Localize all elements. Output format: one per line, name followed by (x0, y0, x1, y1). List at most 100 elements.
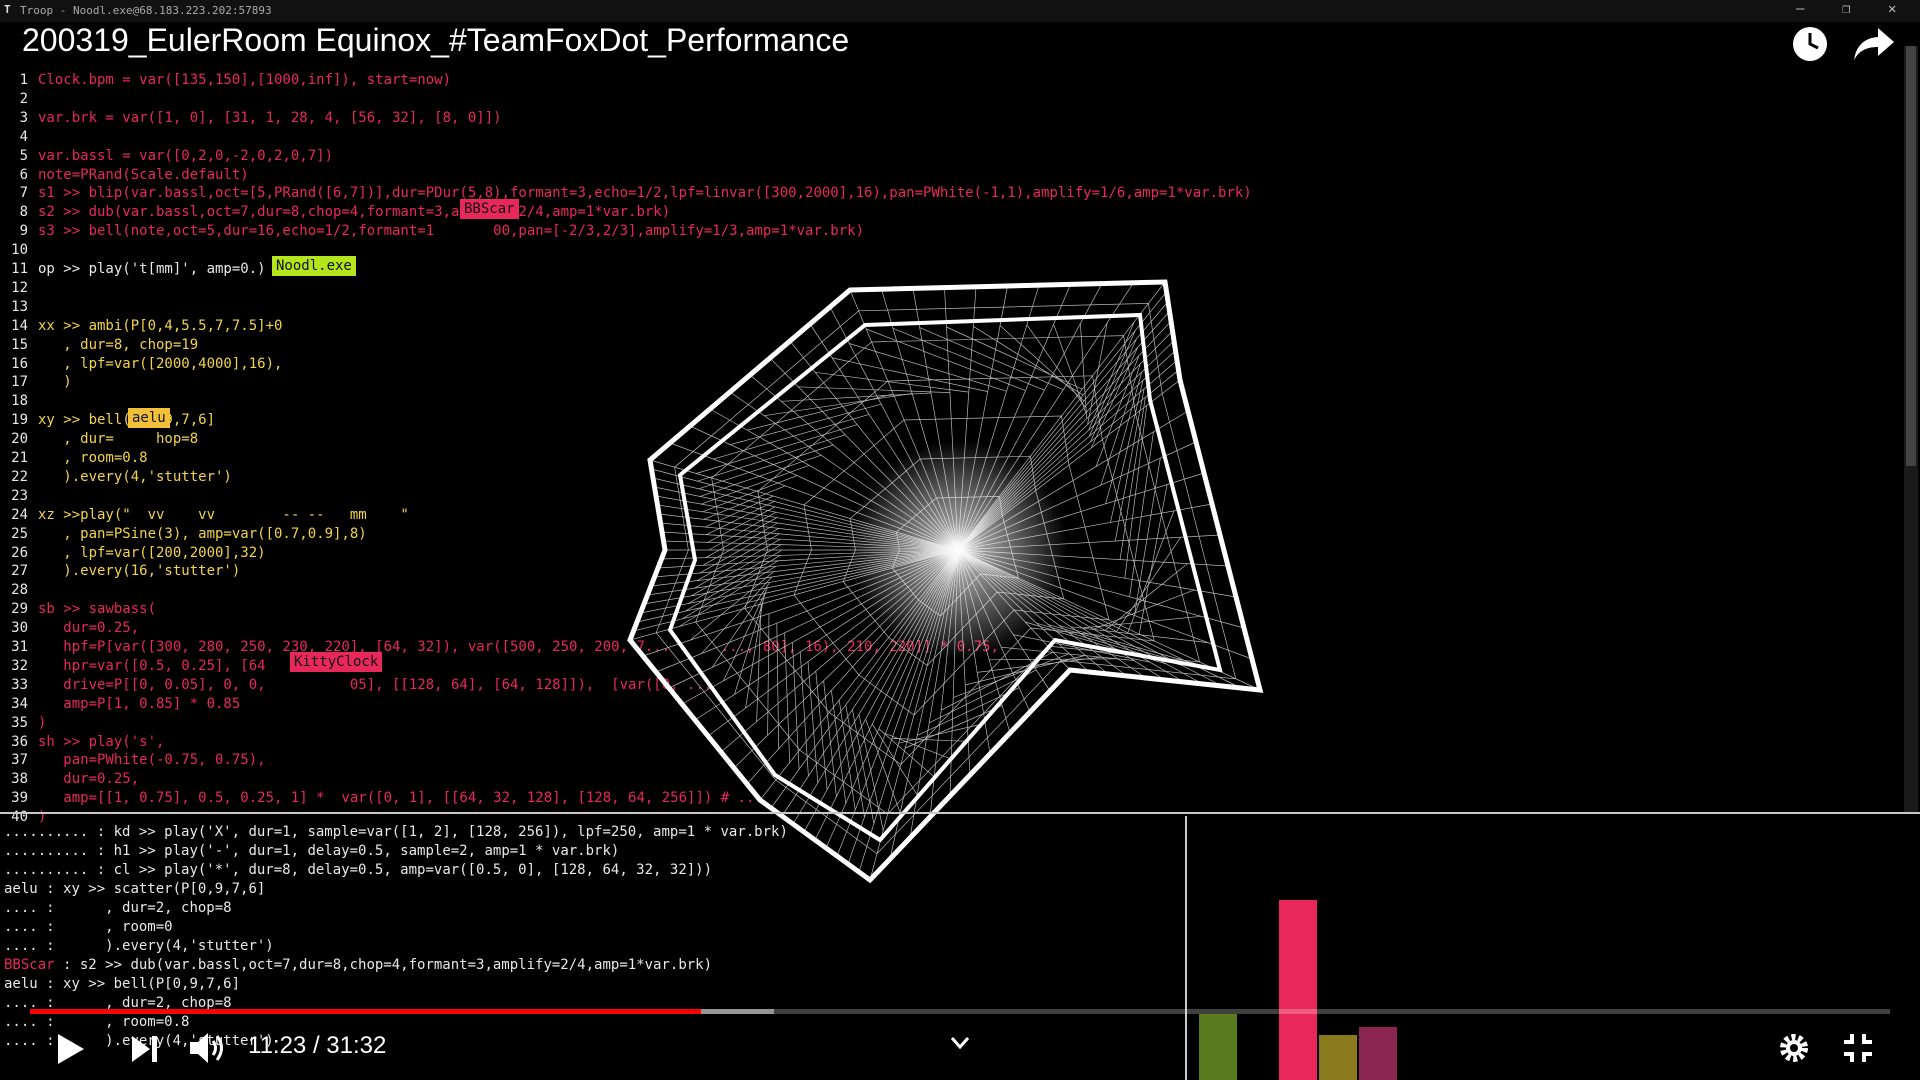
clock-icon[interactable] (1790, 24, 1830, 64)
console-author: aelu (4, 976, 38, 992)
share-icon[interactable] (1852, 24, 1896, 64)
pane-divider[interactable] (0, 812, 1920, 814)
app-icon: T (4, 3, 11, 16)
console-line: aelu : xy >> scatter(P[0,9,7,6] (4, 881, 265, 897)
console-text: xy >> scatter(P[0,9,7,6] (63, 881, 266, 897)
line-number: 20 (11, 431, 28, 448)
console-line: .... : , dur=2, chop=8 (4, 900, 232, 916)
cursor-tag: Noodl.exe (272, 256, 356, 276)
code-line[interactable]: var.brk = var([1, 0], [31, 1, 28, 4, [56… (38, 110, 502, 126)
exit-fullscreen-icon[interactable] (1842, 1032, 1874, 1064)
volume-icon[interactable] (188, 1030, 228, 1066)
line-number: 26 (11, 544, 28, 561)
code-line[interactable]: , lpf=var([200,2000],32) (38, 545, 265, 561)
line-number: 8 (19, 204, 28, 221)
code-line[interactable]: sh >> play('s', (38, 734, 164, 750)
line-number: 30 (11, 620, 28, 637)
code-line[interactable]: dur=0.25, (38, 771, 139, 787)
line-number: 16 (11, 355, 28, 372)
console-separator: : (37, 976, 64, 992)
code-line[interactable]: hpr=var([0.5, 0.25], [64 (38, 658, 265, 674)
line-number: 38 (11, 771, 28, 788)
visualizer-bar (1359, 1027, 1397, 1080)
cursor-tag: aelu (128, 408, 170, 428)
line-number: 4 (19, 128, 28, 145)
console-text: s2 >> dub(var.bassl,oct=7,dur=8,chop=4,f… (79, 957, 713, 973)
console-separator: : (88, 862, 114, 878)
console-line: .... : ).every(4,'stutter') (4, 938, 274, 954)
code-line[interactable]: ).every(16,'stutter') (38, 563, 240, 579)
code-line[interactable]: ) (38, 715, 46, 731)
console-separator: : (37, 881, 64, 897)
console-log: .......... : kd >> play('X', dur=1, samp… (0, 816, 1185, 1080)
line-number: 27 (11, 563, 28, 580)
seek-bar[interactable] (30, 1009, 1890, 1014)
code-line[interactable]: xz >>play(" vv vv -- -- mm " (38, 507, 409, 523)
window-title: Troop - Noodl.exe@68.183.223.202:57893 (20, 4, 272, 17)
console-text: , dur=2, chop=8 (105, 900, 232, 916)
maximize-icon[interactable]: ❐ (1842, 1, 1850, 17)
console-separator: : (37, 900, 106, 916)
code-line[interactable]: xx >> ambi(P[0,4,5.5,7,7.5]+0 (38, 318, 282, 334)
console-text: h1 >> play('-', dur=1, delay=0.5, sample… (113, 843, 620, 859)
code-line[interactable]: note=PRand(Scale.default) (38, 167, 249, 183)
visualizer-bar (1199, 1014, 1237, 1080)
console-line: aelu : xy >> bell(P[0,9,7,6] (4, 976, 240, 992)
console-line: .......... : kd >> play('X', dur=1, samp… (4, 824, 788, 840)
code-line[interactable]: ) (38, 374, 71, 390)
code-line[interactable]: sb >> sawbass( (38, 601, 156, 617)
line-number: 36 (11, 733, 28, 750)
line-number: 22 (11, 468, 28, 485)
console-line: .......... : h1 >> play('-', dur=1, dela… (4, 843, 619, 859)
line-number: 33 (11, 676, 28, 693)
line-number: 12 (11, 279, 28, 296)
console-author: BBScar (4, 957, 55, 973)
chevron-down-icon[interactable] (950, 1036, 970, 1050)
scrollbar-thumb[interactable] (1906, 46, 1916, 466)
settings-icon[interactable] (1778, 1032, 1810, 1064)
code-line[interactable]: , dur= hop=8 (38, 431, 198, 447)
console-line: .... : , room=0.8 (4, 1014, 189, 1030)
time-display: 11:23 / 31:32 (248, 1032, 387, 1059)
video-title[interactable]: 200319_EulerRoom Equinox_#TeamFoxDot_Per… (22, 22, 849, 59)
console-author: .... (4, 900, 38, 916)
console-author: .......... (4, 862, 89, 878)
code-line[interactable]: s1 >> blip(var.bassl,oct=[5,PRand([6,7])… (38, 185, 1252, 201)
play-icon[interactable] (56, 1032, 86, 1066)
line-number: 37 (11, 752, 28, 769)
line-number: 6 (19, 166, 28, 183)
console-separator: : (54, 957, 80, 973)
code-line[interactable]: , dur=8, chop=19 (38, 337, 198, 353)
console-author: .... (4, 1014, 38, 1030)
code-line[interactable]: xy >> bell(P[0,9,7,6] (38, 412, 215, 428)
cursor-tag: KittyClock (290, 652, 383, 672)
console-line: BBScar : s2 >> dub(var.bassl,oct=7,dur=8… (4, 957, 712, 973)
console-author: .... (4, 1033, 38, 1049)
minimize-icon[interactable]: — (1796, 1, 1804, 17)
line-number: 1 (19, 72, 28, 88)
visualizer-bar (1319, 1035, 1357, 1080)
code-line[interactable]: , lpf=var([2000,4000],16), (38, 356, 282, 372)
code-line[interactable]: , room=0.8 (38, 450, 147, 466)
line-number: 5 (19, 147, 28, 164)
editor-scrollbar[interactable] (1904, 46, 1918, 812)
code-line[interactable]: s2 >> dub(var.bassl,oct=7,dur=8,chop=4,f… (38, 204, 670, 220)
code-line[interactable]: var.bassl = var([0,2,0,-2,0,2,0,7]) (38, 148, 333, 164)
code-line[interactable]: amp=P[1, 0.85] * 0.85 (38, 696, 240, 712)
console-line: .... : , room=0 (4, 919, 173, 935)
line-number: 3 (19, 109, 28, 126)
window-titlebar: T Troop - Noodl.exe@68.183.223.202:57893… (0, 0, 1920, 22)
code-line[interactable]: op >> play('t[mm]', amp=0.) (38, 261, 266, 277)
code-line[interactable]: dur=0.25, (38, 620, 139, 636)
code-line[interactable]: s3 >> bell(note,oct=5,dur=16,echo=1/2,fo… (38, 223, 864, 239)
next-icon[interactable] (130, 1034, 160, 1064)
line-number: 35 (11, 714, 28, 731)
line-number: 14 (11, 317, 28, 334)
code-line[interactable]: , pan=PSine(3), amp=var([0.7,0.9],8) (38, 526, 366, 542)
line-number: 18 (11, 393, 28, 410)
code-line[interactable]: pan=PWhite(-0.75, 0.75), (38, 752, 265, 768)
code-line[interactable]: ).every(4,'stutter') (38, 469, 232, 485)
close-icon[interactable]: ✕ (1888, 1, 1896, 17)
code-line[interactable]: Clock.bpm = var([135,150],[1000,inf]), s… (38, 72, 451, 88)
console-author: .......... (4, 824, 89, 840)
